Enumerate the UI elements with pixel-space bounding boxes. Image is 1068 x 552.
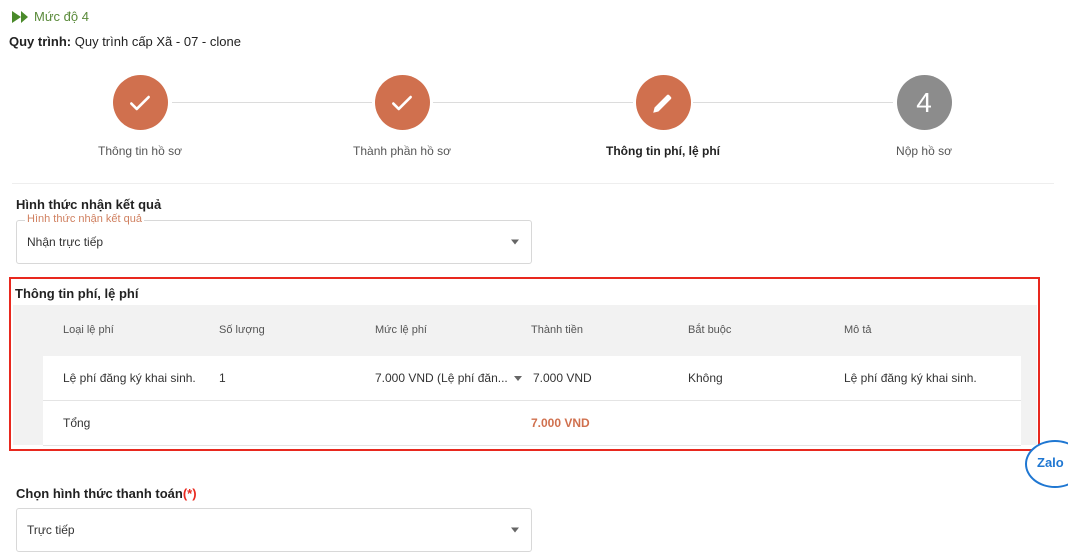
step-ho-so-components[interactable]: Thành phần hồ sơ: [302, 75, 502, 158]
column-header: Loại lệ phí: [63, 324, 114, 336]
result-method-select[interactable]: Hình thức nhận kết quả Nhận trực tiếp: [16, 213, 532, 264]
pencil-icon: [635, 75, 691, 130]
zalo-label: Zalo: [1037, 455, 1064, 470]
required-mark: (*): [182, 486, 197, 501]
payment-method-title-text: Chọn hình thức thanh toán: [16, 486, 183, 501]
result-method-field-label: Hình thức nhận kết quả: [25, 213, 144, 225]
step-label: Thành phần hồ sơ: [353, 144, 451, 158]
amount-cell: 7.000 VND: [533, 371, 592, 385]
required-cell: Không: [688, 371, 723, 385]
column-header: Số lượng: [219, 324, 265, 336]
quantity-cell[interactable]: 1: [219, 371, 226, 385]
step-fee-info[interactable]: Thông tin phí, lệ phí: [563, 75, 763, 158]
chevron-right-icon: [21, 10, 28, 23]
payment-method-value: Trực tiếp: [27, 523, 75, 537]
chevron-down-icon: [511, 527, 519, 533]
divider: [12, 183, 1054, 184]
chevron-down-icon: [513, 375, 522, 381]
zalo-chat-button[interactable]: Zalo: [1025, 440, 1068, 488]
step-label: Nộp hồ sơ: [896, 144, 952, 158]
result-method-title: Hình thức nhận kết quả: [16, 197, 162, 212]
result-method-value: Nhận trực tiếp: [27, 235, 104, 249]
step-label: Thông tin hồ sơ: [98, 144, 182, 158]
fee-level-select[interactable]: 7.000 VND (Lệ phí đăn...: [375, 371, 526, 385]
table-total-row: Tổng 7.000 VND: [43, 401, 1021, 446]
payment-method-select[interactable]: Trực tiếp: [16, 508, 532, 552]
step-ho-so-info[interactable]: Thông tin hồ sơ: [40, 75, 240, 158]
column-header: Thành tiền: [531, 324, 583, 336]
level-label: Mức độ 4: [34, 9, 89, 24]
table-row: Lệ phí đăng ký khai sinh. 1 7.000 VND (L…: [43, 356, 1021, 401]
payment-method-title: Chọn hình thức thanh toán(*): [16, 486, 197, 501]
step-number: 4: [896, 75, 952, 130]
step-label: Thông tin phí, lệ phí: [606, 144, 720, 158]
column-header: Mức lệ phí: [375, 324, 427, 336]
fee-type-cell: Lệ phí đăng ký khai sinh.: [63, 371, 196, 385]
check-icon: [112, 75, 168, 130]
process-info: Quy trình: Quy trình cấp Xã - 07 - clone: [9, 34, 241, 49]
level-indicator: Mức độ 4: [12, 9, 89, 24]
stepper: Thông tin hồ sơ Thành phần hồ sơ Thông t…: [0, 75, 1068, 165]
fee-section-title: Thông tin phí, lệ phí: [15, 286, 139, 301]
fee-level-value: 7.000 VND (Lệ phí đăn...: [375, 371, 508, 385]
column-header: Bắt buộc: [688, 324, 732, 336]
process-value: Quy trình cấp Xã - 07 - clone: [74, 34, 241, 49]
total-label: Tổng: [63, 416, 91, 430]
description-cell: Lệ phí đăng ký khai sinh.: [844, 371, 977, 385]
fee-table: Loại lệ phí Số lượng Mức lệ phí Thành ti…: [13, 305, 1037, 446]
total-value: 7.000 VND: [531, 416, 590, 430]
chevron-down-icon: [511, 239, 519, 245]
process-label: Quy trình:: [9, 34, 72, 49]
chevron-right-icon: [12, 10, 21, 23]
step-submit[interactable]: 4 Nộp hồ sơ: [824, 75, 1024, 158]
column-header: Mô tả: [844, 324, 872, 336]
check-icon: [374, 75, 430, 130]
